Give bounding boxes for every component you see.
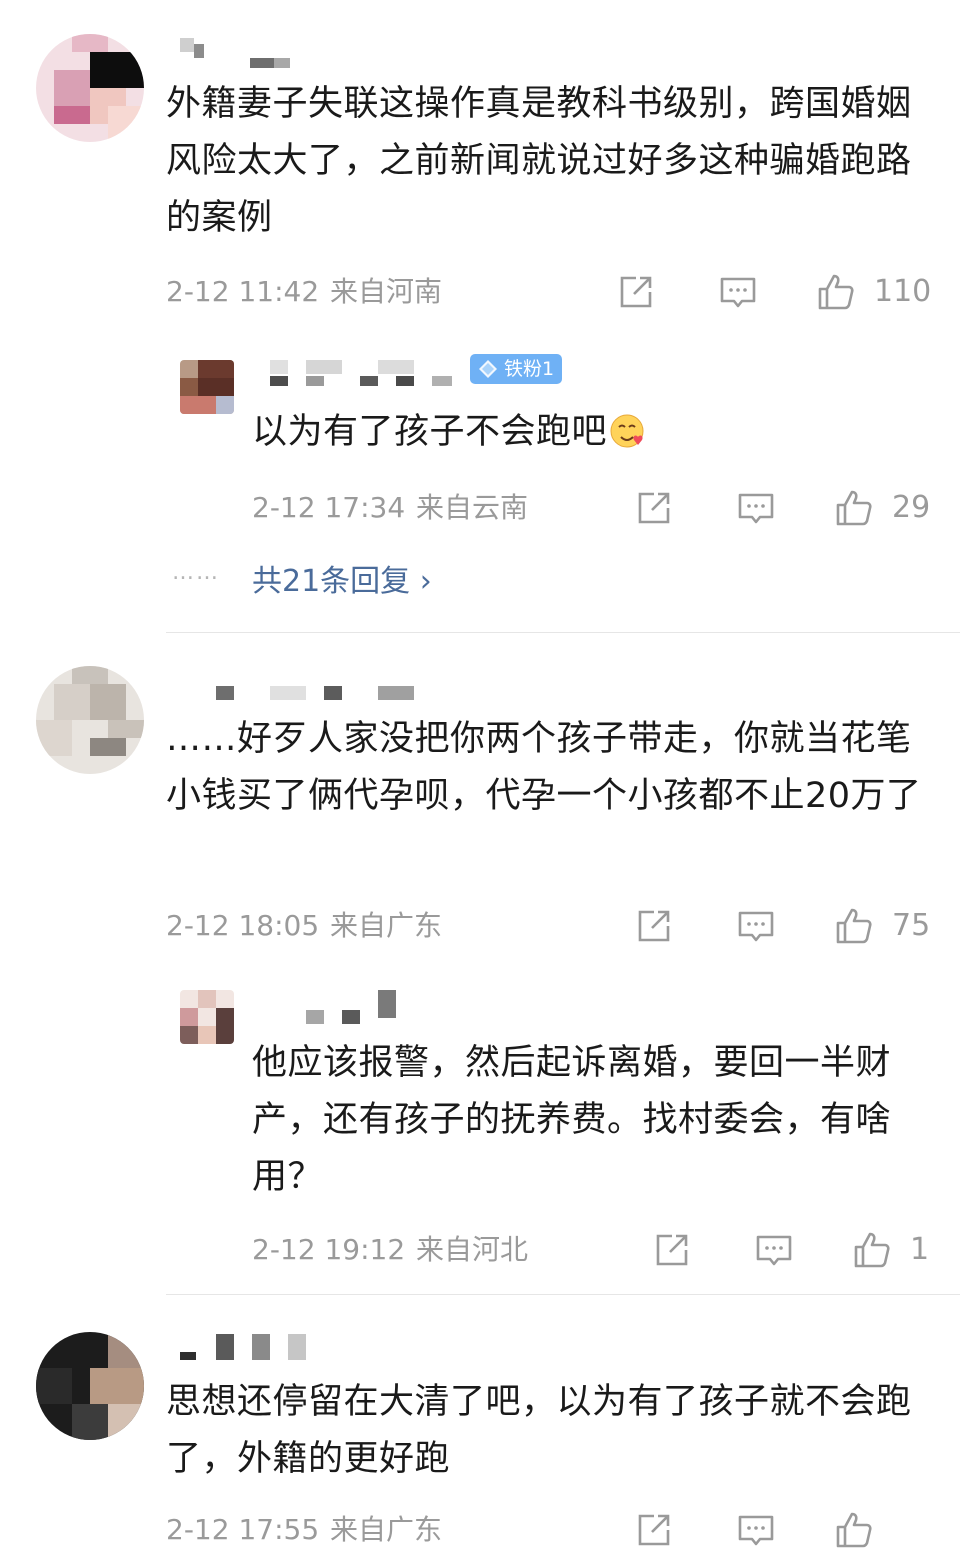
more-replies-dots: …… <box>172 560 220 585</box>
share-icon[interactable] <box>634 1510 674 1550</box>
avatar[interactable] <box>180 360 234 414</box>
comment-icon[interactable] <box>736 488 776 528</box>
reply-text: 以为有了孩子不会跑吧 <box>252 404 932 461</box>
comment-meta: 2-12 18:05 来自广东 75 <box>166 906 960 946</box>
avatar[interactable] <box>36 1332 144 1440</box>
reply-meta: 2-12 17:34 来自云南 29 <box>252 488 960 528</box>
avatar[interactable] <box>36 666 144 774</box>
avatar[interactable] <box>36 34 144 142</box>
avatar[interactable] <box>180 990 234 1044</box>
fan-badge-label: 铁粉1 <box>504 358 555 380</box>
comment-icon[interactable] <box>736 906 776 946</box>
like-count: 110 <box>874 274 932 309</box>
heart-face-emoji <box>610 414 644 448</box>
reply-text-content: 以为有了孩子不会跑吧 <box>252 412 608 452</box>
thumbs-up-icon[interactable] <box>852 1230 892 1270</box>
like-count: 1 <box>910 1232 930 1267</box>
reply-time: 2-12 17:34 <box>252 491 406 524</box>
reply-location: 来自云南 <box>416 491 529 524</box>
comment-meta: 2-12 17:55 来自广东 <box>166 1510 960 1550</box>
username[interactable] <box>216 686 416 706</box>
reply-location: 来自河北 <box>416 1233 529 1266</box>
reply-meta: 2-12 19:12 来自河北 1 <box>252 1230 960 1270</box>
thumbs-up-icon[interactable] <box>834 488 874 528</box>
thumbs-up-icon[interactable] <box>834 906 874 946</box>
comment-location: 来自广东 <box>330 909 443 942</box>
diamond-icon <box>479 360 497 378</box>
like-count: 29 <box>892 490 931 525</box>
fan-badge: 铁粉1 <box>470 354 563 384</box>
comment-icon[interactable] <box>736 1510 776 1550</box>
comment-time: 2-12 17:55 <box>166 1513 320 1546</box>
reply-time: 2-12 19:12 <box>252 1233 406 1266</box>
more-replies-link[interactable]: 共21条回复 › <box>252 556 432 600</box>
reply-text: 他应该报警，然后起诉离婚，要回一半财产，还有孩子的抚养费。找村委会，有啥用？ <box>252 1043 892 1197</box>
share-icon[interactable] <box>634 906 674 946</box>
username[interactable] <box>180 38 310 68</box>
divider <box>166 1294 960 1295</box>
share-icon[interactable] <box>652 1230 692 1270</box>
comment-icon[interactable] <box>754 1230 794 1270</box>
comment-time: 2-12 18:05 <box>166 909 320 942</box>
comment-meta: 2-12 11:42 来自河南 110 <box>166 272 960 312</box>
thumbs-up-icon[interactable] <box>816 272 856 312</box>
share-icon[interactable] <box>634 488 674 528</box>
username[interactable] <box>270 360 460 386</box>
share-icon[interactable] <box>616 272 656 312</box>
comment-location: 来自河南 <box>330 275 443 308</box>
divider <box>166 632 960 633</box>
comment-time: 2-12 11:42 <box>166 275 320 308</box>
comment-location: 来自广东 <box>330 1513 443 1546</box>
thumbs-up-icon[interactable] <box>834 1510 874 1550</box>
username[interactable] <box>180 1334 310 1360</box>
comment-text: 思想还停留在大清了吧，以为有了孩子就不会跑了，外籍的更好跑 <box>166 1382 912 1479</box>
comment-text: ……好歹人家没把你两个孩子带走，你就当花笔小钱买了俩代孕呗，代孕一个小孩都不止2… <box>166 719 922 816</box>
like-count: 75 <box>892 908 931 943</box>
comment-text: 外籍妻子失联这操作真是教科书级别，跨国婚姻风险太大了，之前新闻就说过好多这种骗婚… <box>166 84 912 238</box>
comment-icon[interactable] <box>718 272 758 312</box>
username[interactable] <box>306 990 406 1024</box>
